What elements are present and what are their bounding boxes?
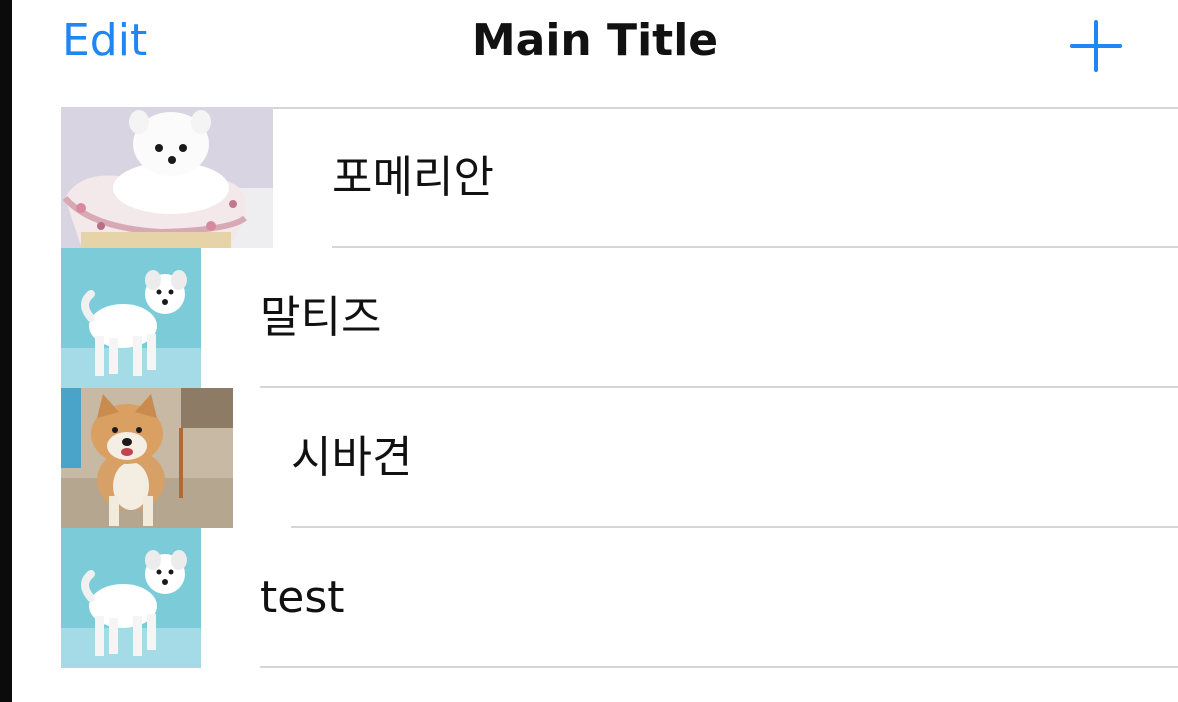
row-label: 시바견: [291, 432, 413, 483]
maltese-photo-thumbnail: [61, 248, 201, 388]
plus-icon: [1070, 20, 1122, 72]
table-row[interactable]: 시바견: [61, 388, 1178, 528]
table-row[interactable]: 포메리안: [61, 108, 1178, 248]
row-label: 포메리안: [332, 152, 494, 203]
edit-button[interactable]: Edit: [62, 16, 147, 66]
table-view-screen: Edit Main Title 포메리안 말티즈 시바견 test: [12, 0, 1178, 702]
table-row[interactable]: 말티즈: [61, 248, 1178, 388]
maltese-photo-thumbnail: [61, 528, 201, 668]
page-title: Main Title: [471, 15, 719, 66]
row-label: 말티즈: [260, 292, 382, 343]
shiba-inu-photo-thumbnail: [61, 388, 233, 528]
pomeranian-photo-thumbnail: [61, 108, 273, 248]
table-row[interactable]: test: [61, 528, 1178, 668]
row-label: test: [260, 572, 345, 623]
add-button[interactable]: [1066, 18, 1126, 74]
row-separator: [260, 666, 1178, 668]
navigation-bar: Edit Main Title: [12, 0, 1178, 96]
